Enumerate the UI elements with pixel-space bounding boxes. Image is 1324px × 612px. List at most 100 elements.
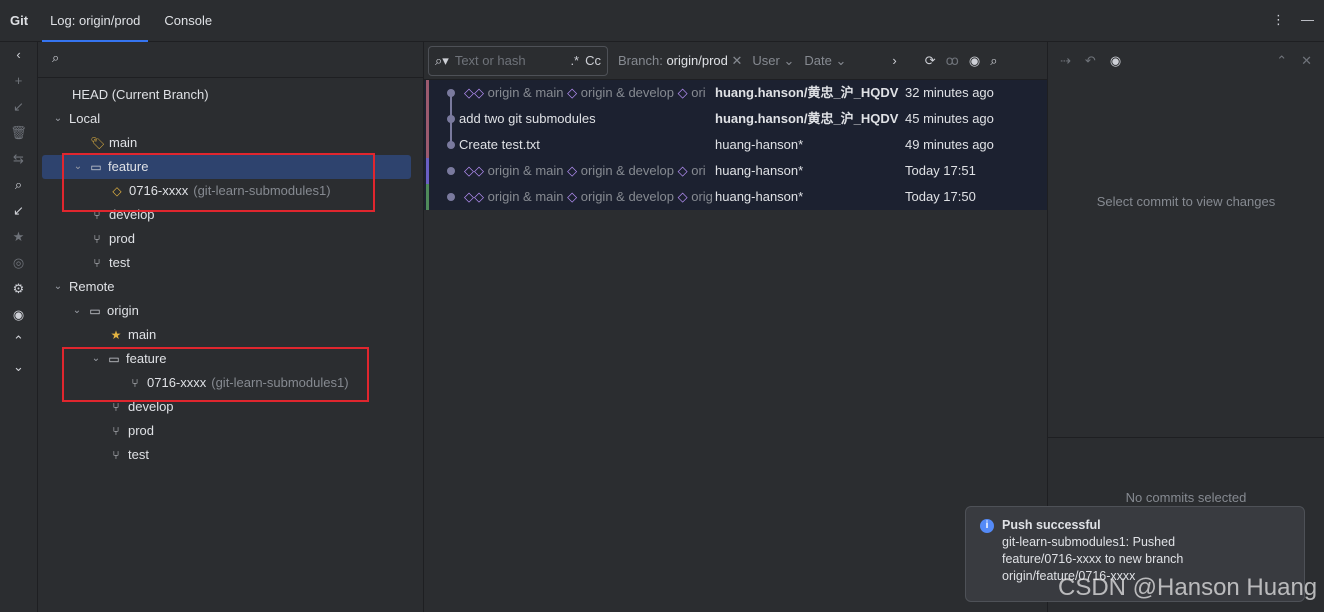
label: test — [109, 255, 130, 270]
ref-label: origin & main — [487, 85, 564, 100]
settings-icon[interactable]: ⚙ — [13, 276, 25, 302]
collapse-all-icon[interactable]: ⌄ — [13, 354, 24, 380]
branch-color-bar — [426, 80, 429, 106]
tab-console[interactable]: Console — [152, 0, 224, 42]
more-chevron-icon[interactable]: › — [892, 53, 896, 68]
ref-label: ori — [691, 163, 706, 178]
branch-color-bar — [426, 106, 429, 132]
tab-log[interactable]: Log: origin/prod — [38, 0, 152, 42]
tag-icon: ◇◇ — [464, 163, 484, 178]
tag-icon: ◇ — [567, 189, 578, 204]
tool-window-header: Git Log: origin/prod Console ⋮ — — [0, 0, 1324, 42]
label: Branch: — [618, 52, 663, 68]
tag-icon: ◇ — [677, 163, 688, 178]
label: prod — [128, 423, 155, 438]
tree-remote[interactable]: ⌄ Remote — [52, 275, 115, 299]
label: test — [128, 447, 149, 462]
search-icon: ⌕▾ — [435, 52, 449, 68]
commit-row[interactable]: Create test.txt huang-hanson* 49 minutes a… — [424, 132, 1047, 158]
regex-toggle[interactable]: .* — [570, 53, 579, 68]
eye-icon[interactable]: ◉ — [969, 53, 980, 69]
star-icon: ★ — [110, 328, 122, 342]
branches-tree: ⌕ HEAD (Current Branch) ⌄ Local 🏷 main ⌄ ▭ f… — [38, 42, 424, 612]
branch-filter[interactable]: Branch: origin/prod ✕ — [618, 53, 742, 69]
tree-remote-test[interactable]: ⑂ test — [109, 443, 149, 467]
update-icon[interactable]: ↙ — [13, 198, 24, 224]
commit-log: ⌕▾ Text or hash .* Cc Branch: origin/prod ✕… — [424, 42, 1047, 612]
commit-date: 32 minutes ago — [905, 85, 994, 100]
commit-row[interactable]: ◇◇ origin & main ◇ origin & develop ◇ or… — [424, 184, 1047, 210]
favorite-icon[interactable]: ★ — [13, 224, 25, 250]
refresh-icon[interactable]: ⟳ — [925, 53, 936, 69]
minimize-icon[interactable]: — — [1301, 12, 1314, 28]
placeholder: Text or hash — [454, 53, 526, 68]
label: origin — [107, 303, 139, 318]
tree-local-main[interactable]: 🏷 main — [90, 131, 137, 155]
match-case-toggle[interactable]: Cc — [585, 53, 601, 68]
collapse-icon[interactable]: ‹ — [16, 42, 20, 68]
ref-label: origin & main — [487, 163, 564, 178]
notification-title: Push successful — [1002, 518, 1101, 532]
tag-icon: ◇ — [567, 85, 578, 100]
tree-local[interactable]: ⌄ Local — [52, 107, 100, 131]
commit-row[interactable]: ◇◇ origin & main ◇ origin & develop ◇ or… — [424, 158, 1047, 184]
revert-icon[interactable]: ↶ — [1085, 53, 1096, 69]
tag-icon: ◇ — [677, 85, 688, 100]
compare-icon[interactable]: ⇆ — [13, 146, 24, 172]
tag-icon: ◇ — [677, 189, 688, 204]
expand-all-icon[interactable]: ⌃ — [13, 328, 24, 354]
divider[interactable] — [1048, 437, 1324, 438]
chevron-down-icon: ⌄ — [72, 305, 82, 316]
branch-color-bar — [426, 158, 429, 184]
tag-icon: ◇◇ — [464, 85, 484, 100]
commit-date: Today 17:50 — [905, 189, 976, 204]
date-filter[interactable]: Date ⌄ — [804, 53, 846, 69]
tree-remote-main[interactable]: ★ main — [109, 323, 157, 347]
tree-search[interactable]: ⌕ — [38, 42, 423, 78]
tree-head[interactable]: HEAD (Current Branch) — [72, 83, 209, 107]
notification-text: git-learn-submodules1: Pushed — [1002, 535, 1176, 549]
branch-color-bar — [426, 132, 429, 158]
more-options-icon[interactable]: ⋮ — [1272, 12, 1285, 28]
tree-local-prod[interactable]: ⑂ prod — [90, 227, 135, 251]
diff-icon[interactable]: ⇢ — [1060, 53, 1071, 69]
commit-author: huang-hanson* — [715, 137, 804, 152]
cherry-pick-icon[interactable]: ꝏ — [946, 53, 959, 69]
add-icon[interactable]: + — [15, 68, 23, 94]
select-commit-message: Select commit to view changes — [1096, 194, 1276, 209]
tree-local-test[interactable]: ⑂ test — [90, 251, 130, 275]
eye-icon[interactable]: ◉ — [13, 302, 24, 328]
tree-remote-prod[interactable]: ⑂ prod — [109, 419, 154, 443]
branch-color-bar — [426, 184, 429, 210]
tag-icon: ◇◇ — [464, 189, 484, 204]
fetch-icon[interactable]: ◎ — [13, 250, 24, 276]
commit-row[interactable]: add two git submodules huang.hanson/黄忠_沪_… — [424, 106, 1047, 132]
expand-icon[interactable]: ⌃ — [1276, 53, 1287, 69]
ref-label: ori — [691, 85, 706, 100]
log-search-input[interactable]: ⌕▾ Text or hash .* Cc — [428, 45, 608, 76]
commit-row[interactable]: ◇◇ origin & main ◇ origin & develop ◇ or… — [424, 80, 1047, 106]
watermark: CSDN @Hanson Huang — [1058, 574, 1318, 601]
user-filter[interactable]: User ⌄ — [752, 53, 794, 69]
no-commits-message: No commits selected — [1125, 490, 1247, 505]
commit-author: huang-hanson* — [715, 189, 804, 204]
search-icon[interactable]: ⌕ — [15, 172, 22, 198]
branch-icon: ⑂ — [112, 448, 120, 462]
commit-author: huang.hanson/黄忠_沪_HQDV — [715, 111, 899, 126]
search-icon[interactable]: ⌕ — [990, 53, 997, 69]
label: main — [109, 135, 138, 150]
label: Local — [69, 111, 101, 126]
branch-icon: ⑂ — [93, 232, 101, 246]
label: HEAD (Current Branch) — [72, 87, 209, 102]
ref-label: origin & develop — [580, 163, 674, 178]
graph-edge — [450, 93, 452, 145]
tree-origin[interactable]: ⌄ ▭ origin — [71, 299, 139, 323]
checkout-icon[interactable]: ↙ — [13, 94, 24, 120]
delete-icon[interactable]: 🗑 — [10, 120, 27, 146]
ref-label: orig — [691, 189, 713, 204]
label: Remote — [69, 279, 115, 294]
collapse-icon[interactable]: ✕ — [1301, 53, 1312, 69]
eye-icon[interactable]: ◉ — [1110, 53, 1121, 69]
ref-label: origin & main — [487, 189, 564, 204]
highlight-box — [62, 153, 375, 212]
